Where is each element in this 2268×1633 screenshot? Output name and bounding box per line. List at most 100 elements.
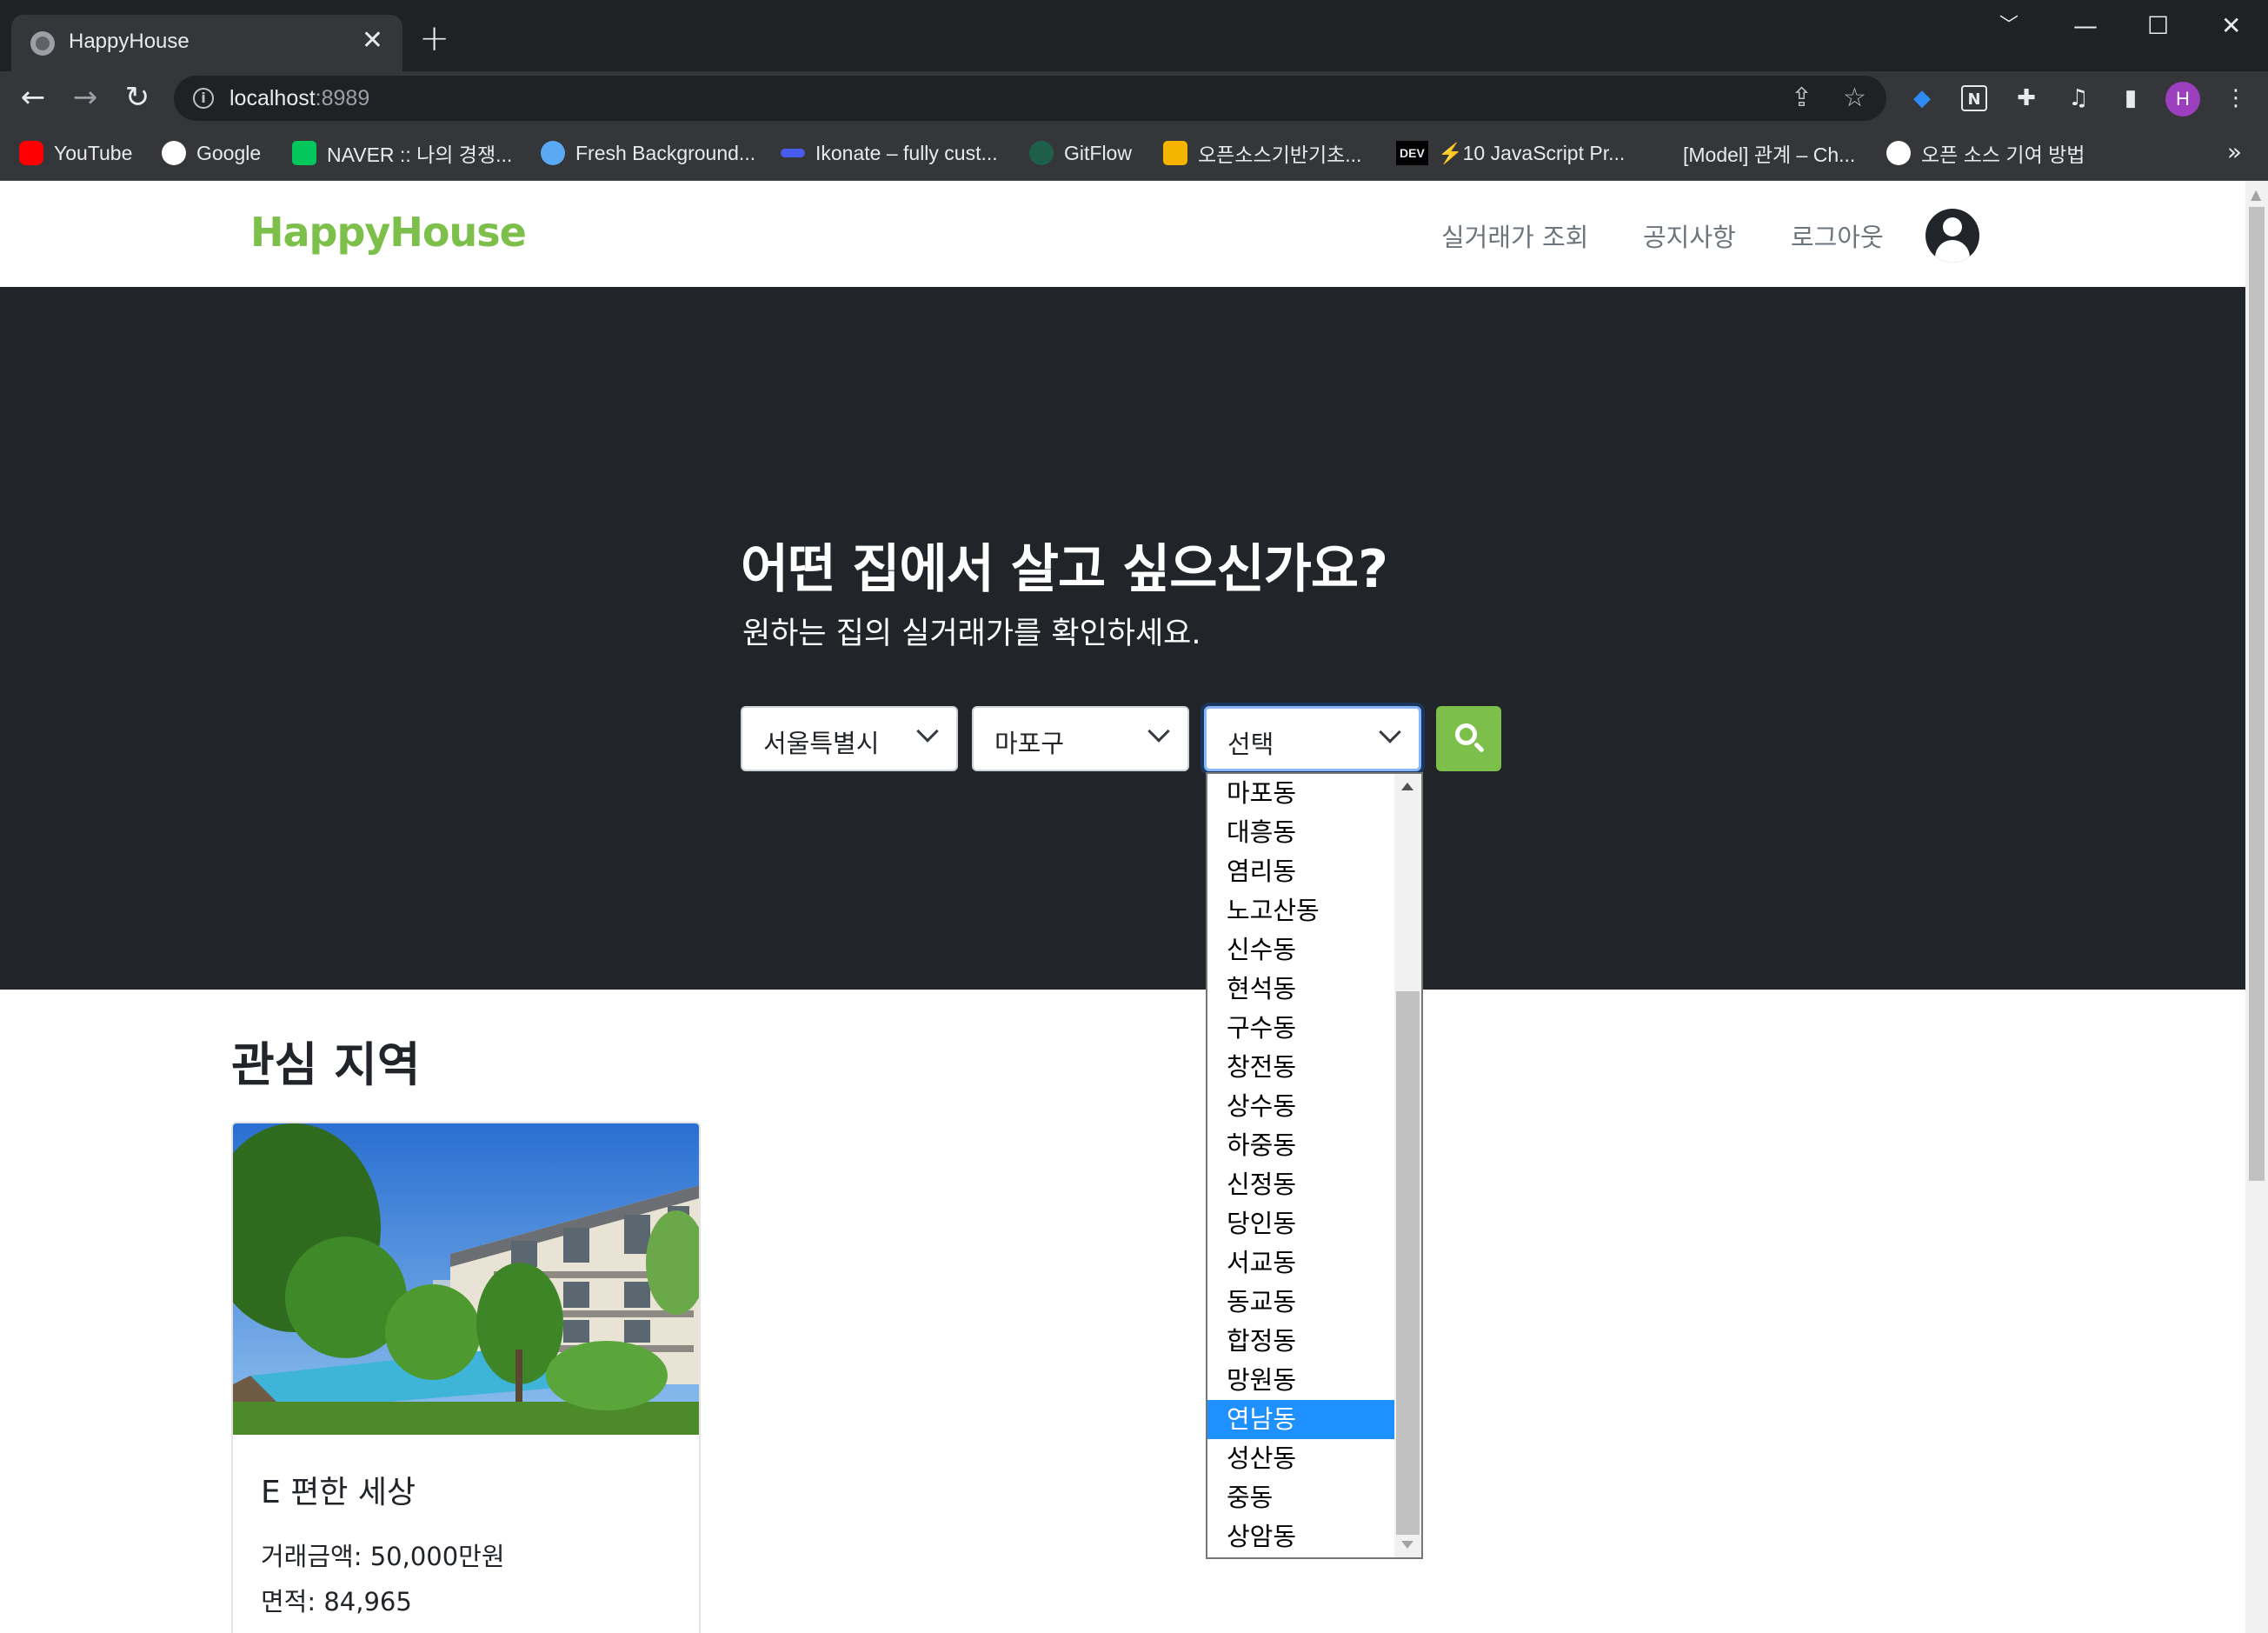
interest-region-title: 관심 지역 — [231, 1037, 421, 1092]
chevron-down-icon — [1147, 720, 1170, 743]
forward-arrow-icon[interactable]: → — [68, 80, 103, 115]
maximize-button[interactable]: ☐ — [2147, 9, 2169, 43]
chevron-down-icon — [1379, 721, 1401, 743]
hero-title: 어떤 집에서 살고 싶으신가요? — [741, 539, 1388, 600]
github-icon — [1886, 141, 1911, 165]
dong-option[interactable]: 합정동 — [1207, 1322, 1394, 1361]
dong-option[interactable]: 중동 — [1207, 1478, 1394, 1517]
bookmark-naver[interactable]: NAVER :: 나의 경쟁... — [292, 137, 512, 169]
search-button[interactable] — [1436, 706, 1501, 771]
bookmark-gitflow[interactable]: GitFlow — [1029, 137, 1132, 169]
gem-extension-icon[interactable]: ◆ — [1909, 85, 1935, 111]
search-icon — [1455, 723, 1477, 745]
bookmark-opensource-basics[interactable]: 오픈소스기반기초... — [1163, 137, 1361, 169]
dong-option[interactable]: 하중동 — [1207, 1126, 1394, 1165]
dong-option[interactable]: 신정동 — [1207, 1165, 1394, 1204]
dong-option[interactable]: 상수동 — [1207, 1087, 1394, 1126]
drive-icon — [1163, 141, 1187, 165]
dong-option[interactable]: 염리동 — [1207, 852, 1394, 891]
youtube-icon — [19, 141, 43, 165]
dong-option[interactable]: 동교동 — [1207, 1283, 1394, 1322]
dong-option[interactable]: 현석동 — [1207, 970, 1394, 1009]
scroll-up-arrow-icon[interactable] — [1401, 783, 1413, 790]
city-select[interactable]: 서울특별시 — [741, 706, 958, 771]
tab-search-icon[interactable]: ﹀ — [1999, 9, 2019, 43]
dong-option[interactable]: 당인동 — [1207, 1204, 1394, 1243]
minimize-button[interactable]: — — [2073, 9, 2098, 43]
dong-option[interactable]: 창전동 — [1207, 1048, 1394, 1087]
globe-icon — [30, 31, 55, 56]
dong-option[interactable]: 마포동 — [1207, 774, 1394, 813]
ikonate-icon — [781, 149, 805, 157]
hero-subtitle: 원하는 집의 실거래가를 확인하세요. — [742, 617, 1201, 651]
more-bookmarks-icon[interactable]: » — [2227, 137, 2242, 166]
naver-icon — [292, 141, 316, 165]
bookmarks-bar: YouTube Google NAVER :: 나의 경쟁... Fresh B… — [0, 125, 2268, 181]
page-scroll-thumb[interactable] — [2249, 207, 2265, 1181]
dong-option[interactable]: 연남동 — [1207, 1400, 1394, 1439]
bookmark-google[interactable]: Google — [162, 137, 261, 169]
brand-logo[interactable]: HappyHouse — [250, 209, 527, 256]
district-select[interactable]: 마포구 — [972, 706, 1189, 771]
reload-icon[interactable]: ↻ — [120, 80, 155, 115]
dong-select-value: 선택 — [1227, 730, 1274, 759]
browser-title-bar: HappyHouse ✕ + ﹀ — ☐ ✕ — [0, 0, 2268, 71]
bookmark-github-contribution[interactable]: 오픈 소스 기여 방법 — [1886, 137, 2085, 169]
dong-option[interactable]: 서교동 — [1207, 1243, 1394, 1283]
dong-option[interactable]: 노고산동 — [1207, 891, 1394, 930]
extensions-puzzle-icon[interactable]: ✚ — [2013, 85, 2039, 111]
close-tab-icon[interactable]: ✕ — [362, 25, 383, 57]
dropdown-scroll-thumb[interactable] — [1396, 991, 1420, 1535]
dong-dropdown-list[interactable]: 마포동 대흥동 염리동 노고산동 신수동 현석동 구수동 창전동 상수동 하중동 신정동 당인동 서교동… — [1206, 772, 1423, 1559]
city-select-value: 서울특별시 — [763, 729, 880, 758]
site-info-icon[interactable]: i — [193, 88, 214, 109]
tab-title: HappyHouse — [69, 30, 190, 53]
dong-option[interactable]: 망원동 — [1207, 1361, 1394, 1400]
dong-select[interactable]: 선택 — [1204, 706, 1421, 771]
bookmark-model-relation[interactable]: [Model] 관계 – Ch... — [1683, 137, 1855, 169]
browser-toolbar: ← → ↻ i localhost:8989 ⇪ ☆ ◆ N ✚ ♫ ▮ H ⋮ — [0, 71, 2268, 125]
apartment-photo — [233, 1123, 699, 1435]
profile-avatar[interactable]: H — [2165, 82, 2200, 117]
web-page: HappyHouse 실거래가 조회 공지사항 로그아웃 어떤 집에서 살고 싶… — [0, 181, 2245, 1633]
card-area: 면적: 84,965 — [261, 1587, 412, 1616]
dong-option[interactable]: 신수동 — [1207, 930, 1394, 970]
dong-option-list: 마포동 대흥동 염리동 노고산동 신수동 현석동 구수동 창전동 상수동 하중동 신정동 당인동 서교동… — [1207, 774, 1394, 1557]
apartment-card[interactable]: E 편한 세상 거래금액: 50,000만원 면적: 84,965 — [231, 1122, 701, 1633]
google-icon — [162, 141, 186, 165]
media-control-icon[interactable]: ♫ — [2065, 85, 2092, 111]
side-panel-icon[interactable]: ▮ — [2118, 85, 2144, 111]
back-arrow-icon[interactable]: ← — [16, 80, 50, 115]
dong-option[interactable]: 대흥동 — [1207, 813, 1394, 852]
nav-link-price-search[interactable]: 실거래가 조회 — [1441, 217, 1588, 254]
gitflow-icon — [1029, 141, 1054, 165]
user-account-icon[interactable] — [1925, 209, 1979, 263]
share-icon[interactable]: ⇪ — [1791, 84, 1812, 112]
page-scrollbar[interactable]: ▲ — [2245, 181, 2268, 1633]
browser-tab[interactable]: HappyHouse ✕ — [11, 15, 402, 71]
address-bar[interactable]: i localhost:8989 ⇪ ☆ — [174, 76, 1886, 121]
scroll-down-arrow-icon[interactable] — [1401, 1541, 1413, 1549]
chevron-down-icon — [916, 720, 939, 743]
site-navbar: HappyHouse 실거래가 조회 공지사항 로그아웃 — [0, 181, 2245, 287]
url-text[interactable]: localhost:8989 — [229, 86, 369, 111]
bookmark-javascript[interactable]: ⚡10 JavaScript Pr... — [1438, 137, 1625, 169]
dong-option[interactable]: 성산동 — [1207, 1439, 1394, 1478]
card-title: E 편한 세상 — [261, 1475, 416, 1510]
bookmark-youtube[interactable]: YouTube — [19, 137, 132, 169]
bookmark-fresh-background[interactable]: Fresh Background... — [541, 137, 755, 169]
kebab-menu-icon[interactable]: ⋮ — [2223, 85, 2249, 111]
new-tab-button[interactable]: + — [419, 19, 449, 57]
nav-link-logout[interactable]: 로그아웃 — [1791, 217, 1884, 254]
notion-extension-icon[interactable]: N — [1961, 85, 1987, 111]
dong-option[interactable]: 구수동 — [1207, 1009, 1394, 1048]
scroll-up-arrow-icon[interactable]: ▲ — [2251, 186, 2261, 203]
nav-link-notice[interactable]: 공지사항 — [1643, 217, 1736, 254]
hero-section: 어떤 집에서 살고 싶으신가요? 원하는 집의 실거래가를 확인하세요. 서울특… — [0, 287, 2245, 990]
dropdown-scrollbar[interactable] — [1394, 774, 1421, 1557]
dev-icon[interactable]: DEV — [1396, 141, 1428, 165]
dong-option[interactable]: 상암동 — [1207, 1517, 1394, 1556]
close-window-button[interactable]: ✕ — [2221, 9, 2241, 43]
bookmark-ikonate[interactable]: Ikonate – fully cust... — [781, 137, 998, 169]
star-bookmark-icon[interactable]: ☆ — [1843, 84, 1866, 112]
